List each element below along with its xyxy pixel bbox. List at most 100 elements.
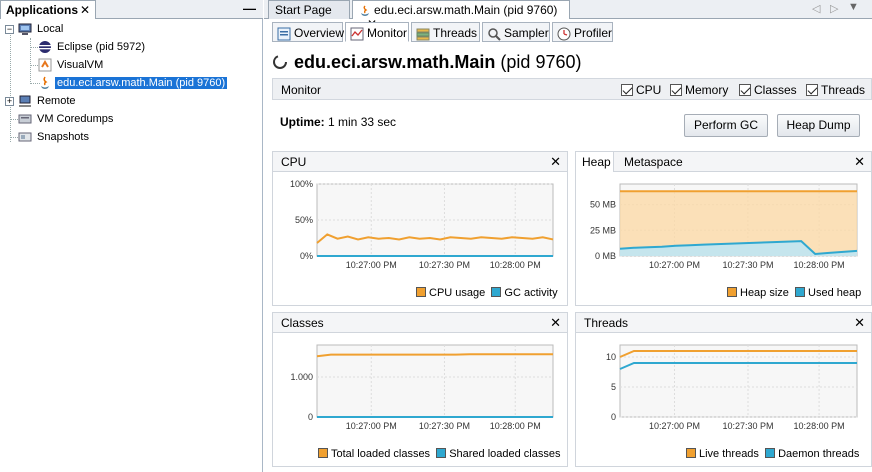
heap-chart: 50 MB 25 MB 0 MB 10:27:00 PM 10:27:30 PM 10:2…	[590, 183, 858, 270]
x-tick-label: 10:27:00 PM	[346, 421, 397, 431]
cpu-panel-title: CPU	[281, 155, 307, 169]
uptime: Uptime: 1 min 33 sec	[280, 115, 397, 129]
legend-swatch	[795, 287, 806, 297]
loading-spinner-icon	[273, 55, 287, 69]
classes-checkbox[interactable]: Classes	[739, 83, 797, 97]
tree-item-snapshots[interactable]: Snapshots	[18, 128, 91, 146]
minimize-icon[interactable]: —	[243, 1, 256, 16]
legend-total-loaded: Total loaded classes	[318, 448, 430, 460]
eclipse-icon	[38, 40, 52, 54]
tab-heap[interactable]: Heap	[576, 152, 614, 172]
plot-area	[316, 344, 554, 418]
tab-main-app[interactable]: edu.eci.arsw.math.Main (pid 9760) ✕	[352, 0, 570, 31]
scroll-right-icon[interactable]: ▷	[830, 2, 838, 15]
legend-swatch	[436, 448, 447, 458]
close-icon[interactable]: ✕	[80, 3, 90, 17]
close-icon[interactable]: ✕	[854, 154, 865, 170]
close-icon[interactable]: ✕	[854, 315, 865, 331]
applications-panel: Applications ✕ — − Local Eclipse (pid 59…	[0, 0, 263, 472]
x-tick-label: 10:27:00 PM	[649, 260, 700, 270]
tree-item-visualvm[interactable]: VisualVM	[38, 56, 105, 74]
y-tick-label: 0 MB	[595, 251, 616, 261]
y-tick-label: 0	[611, 412, 616, 422]
java-icon	[359, 5, 371, 17]
cpu-panel: CPU ✕ 100% 50% 0% 10:27:00 PM 10:27:30 PM 10:…	[272, 151, 568, 306]
monitor-bar: Monitor CPU Memory Classes Threads	[272, 78, 872, 100]
page-title: edu.eci.arsw.math.Main (pid 9760)	[294, 52, 582, 72]
threads-panel-header: Threads ✕	[576, 313, 871, 333]
heap-dump-button[interactable]: Heap Dump	[777, 114, 860, 137]
tree-item-remote[interactable]: Remote	[18, 92, 78, 110]
x-tick-label: 10:28:00 PM	[794, 421, 845, 431]
computer-icon	[18, 22, 32, 36]
y-tick-label: 100%	[290, 179, 313, 189]
perform-gc-button[interactable]: Perform GC	[684, 114, 768, 137]
classes-panel-title: Classes	[281, 316, 324, 330]
overview-icon	[277, 27, 291, 41]
profiler-icon	[557, 27, 571, 41]
legend-shared-loaded: Shared loaded classes	[436, 448, 560, 460]
document-tabbar: Start Page edu.eci.arsw.math.Main (pid 9…	[264, 0, 872, 31]
legend-swatch	[686, 448, 696, 458]
legend-swatch	[416, 287, 426, 297]
close-icon[interactable]: ✕	[550, 154, 561, 170]
legend-gc-activity: GC activity	[491, 287, 558, 299]
tab-sampler[interactable]: Sampler	[482, 22, 550, 42]
tree-line	[10, 32, 11, 142]
threads-legend: Live threads Daemon threads	[686, 448, 859, 460]
monitor-label: Monitor	[281, 83, 322, 97]
cpu-panel-header: CPU ✕	[273, 152, 567, 172]
legend-live-threads: Live threads	[686, 448, 759, 460]
classes-panel: Classes ✕ 1.000 0 10:27:00 PM 10:27:30 PM 10…	[272, 312, 568, 467]
y-tick-label: 1.000	[290, 372, 313, 382]
classes-panel-header: Classes ✕	[273, 313, 567, 333]
tree-item-eclipse[interactable]: Eclipse (pid 5972)	[38, 38, 147, 56]
tab-overview[interactable]: Overview	[272, 22, 344, 42]
y-tick-label: 0	[308, 412, 313, 422]
cpu-chart: 100% 50% 0% 10:27:00 PM 10:27:30 PM 10:28:00 …	[290, 179, 554, 270]
tab-start-page[interactable]: Start Page	[268, 0, 350, 19]
threads-chart: 10 5 0 10:27:00 PM 10:27:30 PM 10:28:00 PM	[606, 344, 858, 431]
x-tick-label: 10:28:00 PM	[490, 421, 541, 431]
tree-line	[30, 38, 31, 84]
tab-list-icon[interactable]: ▼	[848, 1, 859, 13]
snapshot-icon	[18, 130, 32, 144]
close-icon[interactable]: ✕	[550, 315, 561, 331]
y-tick-label: 5	[611, 382, 616, 392]
monitor-icon	[350, 27, 364, 41]
heap-legend: Heap size Used heap	[727, 287, 861, 299]
y-tick-label: 25 MB	[590, 225, 616, 235]
legend-heap-size: Heap size	[727, 287, 789, 299]
x-tick-label: 10:27:30 PM	[722, 260, 773, 270]
collapse-icon[interactable]: −	[5, 25, 14, 34]
cpu-checkbox[interactable]: CPU	[621, 83, 661, 97]
tab-monitor[interactable]: Monitor	[345, 22, 409, 42]
threads-icon	[416, 27, 430, 41]
expand-icon[interactable]: +	[5, 97, 14, 106]
scroll-left-icon[interactable]: ◁	[812, 2, 820, 15]
memory-checkbox[interactable]: Memory	[670, 83, 728, 97]
x-tick-label: 10:28:00 PM	[490, 260, 541, 270]
legend-swatch	[727, 287, 737, 297]
legend-used-heap: Used heap	[795, 287, 861, 299]
y-tick-label: 10	[606, 352, 616, 362]
x-tick-label: 10:27:00 PM	[649, 421, 700, 431]
sampler-icon	[487, 27, 501, 41]
tab-metaspace[interactable]: Metaspace	[624, 155, 683, 169]
classes-chart: 1.000 0 10:27:00 PM 10:27:30 PM 10:28:00 PM	[290, 344, 554, 431]
tree-item-local[interactable]: Local	[18, 20, 65, 38]
applications-tab[interactable]: Applications ✕	[0, 0, 96, 19]
tree-item-main[interactable]: edu.eci.arsw.math.Main (pid 9760)	[38, 74, 228, 92]
legend-swatch	[318, 448, 328, 458]
tab-profiler[interactable]: Profiler	[552, 22, 613, 42]
tree-item-coredumps[interactable]: VM Coredumps	[18, 110, 115, 128]
classes-legend: Total loaded classes Shared loaded class…	[318, 448, 560, 460]
tab-threads[interactable]: Threads	[411, 22, 480, 42]
java-icon	[38, 76, 52, 90]
x-tick-label: 10:27:30 PM	[722, 421, 773, 431]
threads-panel-title: Threads	[584, 316, 629, 330]
legend-daemon-threads: Daemon threads	[765, 448, 859, 460]
threads-checkbox[interactable]: Threads	[806, 83, 865, 97]
cpu-legend: CPU usage GC activity	[416, 287, 558, 299]
applications-tabbar: Applications ✕ —	[0, 0, 263, 19]
